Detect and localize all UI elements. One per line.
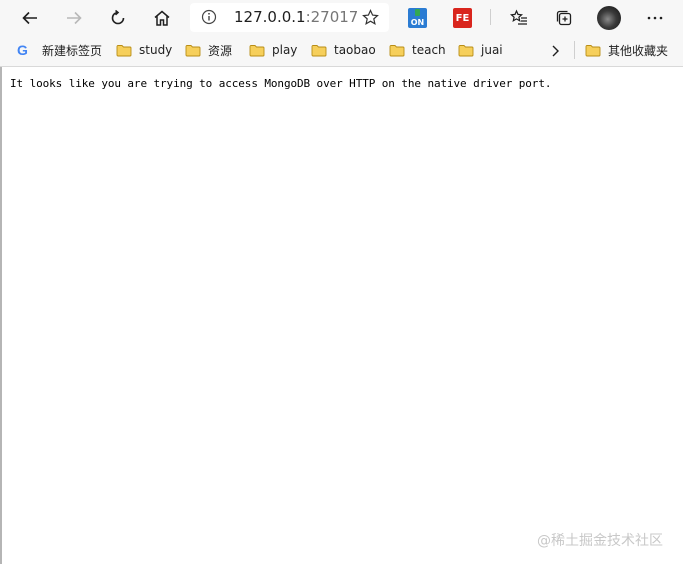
home-icon [154,10,170,26]
on-extension-label: ON [410,18,425,27]
chevron-right-icon[interactable] [549,44,561,58]
bookmark-other-favorites[interactable]: 其他收藏夹 [585,41,668,59]
on-extension-icon[interactable]: ON [408,8,427,28]
favorites-button[interactable] [505,4,533,32]
address-bar[interactable]: 127.0.0.1:27017 [190,3,389,32]
bookmarks-bar: G 新建标签页 study 资源 play taobao teach juai … [0,35,683,67]
refresh-icon [111,9,125,25]
favorites-icon [510,9,527,25]
folder-icon [185,44,201,56]
on-extension-mark [415,9,420,16]
folder-icon [116,44,132,56]
folder-icon [585,44,601,56]
bookmark-folder-juai[interactable]: juai [458,41,503,59]
back-button[interactable] [16,4,44,32]
info-icon[interactable] [201,9,217,25]
forward-button[interactable] [60,4,88,32]
back-arrow-icon [22,11,37,25]
bookmark-folder-taobao[interactable]: taobao [311,41,376,59]
url-text[interactable]: 127.0.0.1:27017 [234,8,358,27]
watermark-text: @稀土掘金技术社区 [537,533,663,549]
folder-icon [389,44,405,56]
page-content: It looks like you are trying to access M… [0,67,683,564]
bookmark-folder-study[interactable]: study [116,41,172,59]
bookmark-label: 其他收藏夹 [608,43,669,58]
window-left-edge [0,67,2,564]
bookmark-label: teach [412,43,446,57]
star-icon[interactable] [362,9,379,26]
bookmark-label: juai [481,43,503,57]
bookmark-label: play [272,43,298,57]
profile-avatar[interactable] [597,6,621,30]
url-port: :27017 [305,8,359,26]
more-icon [647,16,663,20]
bookmark-folder-play[interactable]: play [249,41,297,59]
fe-extension-label: FE [455,12,470,24]
page-message: It looks like you are trying to access M… [10,77,552,90]
bookmark-folder-teach[interactable]: teach [389,41,446,59]
bookmark-new-tab[interactable]: G 新建标签页 [17,41,102,59]
home-button[interactable] [148,4,176,32]
url-host: 127.0.0.1 [234,8,306,26]
forward-arrow-icon [67,11,82,25]
collections-button[interactable] [550,4,578,32]
google-icon: G [17,42,28,58]
folder-icon [311,44,327,56]
browser-toolbar: 127.0.0.1:27017 ON FE [0,0,683,35]
bookmark-label: taobao [334,43,376,57]
refresh-button[interactable] [104,4,132,32]
fe-extension-icon[interactable]: FE [453,8,472,28]
toolbar-divider [490,9,491,25]
bookmark-label: 资源 [208,43,233,58]
folder-icon [249,44,265,56]
bookmark-folder-resources[interactable]: 资源 [185,41,232,59]
more-button[interactable] [641,4,669,32]
bookmarks-divider [574,41,575,59]
bookmark-label: study [139,43,173,57]
collections-icon [556,10,572,26]
bookmark-label: 新建标签页 [42,43,103,58]
folder-icon [458,44,474,56]
